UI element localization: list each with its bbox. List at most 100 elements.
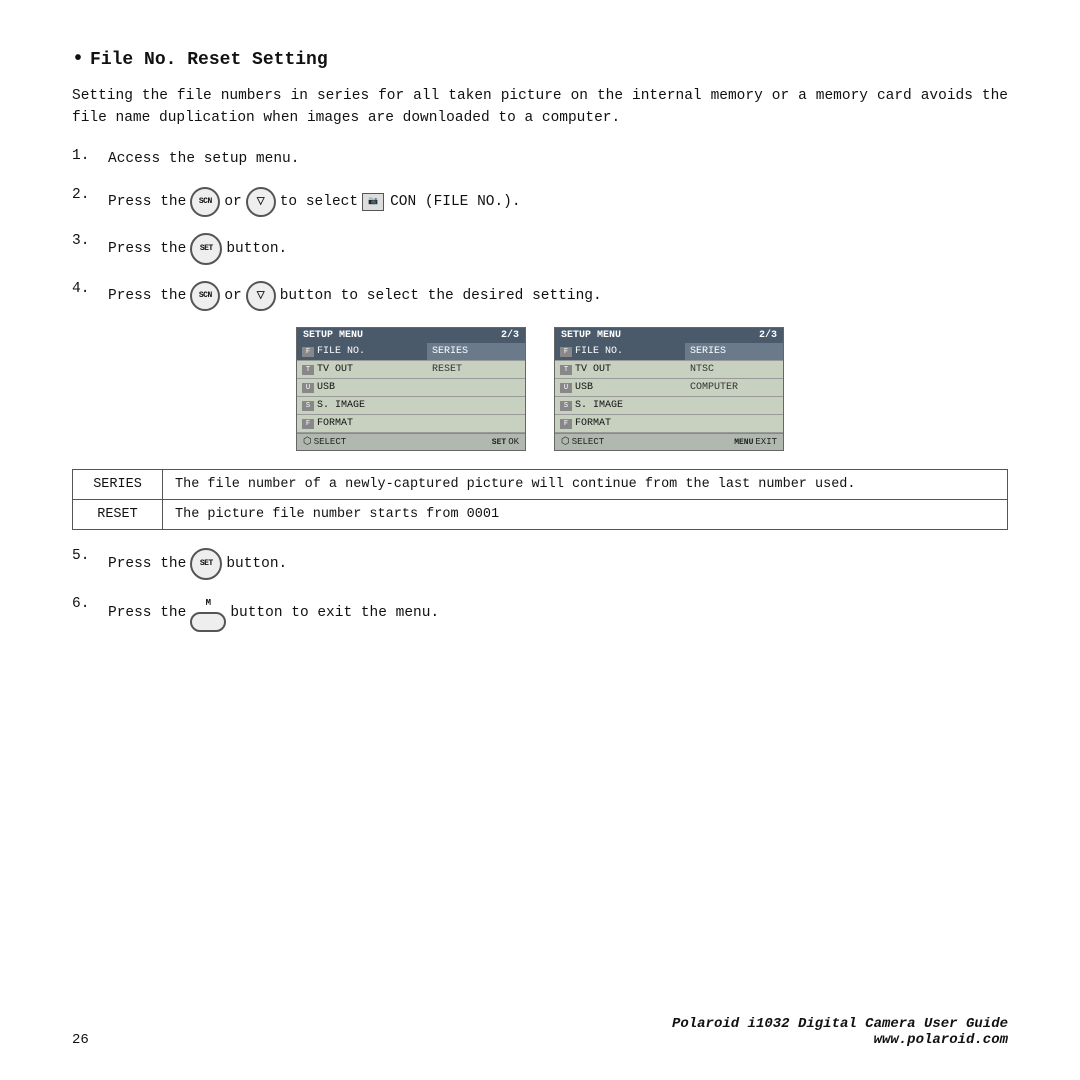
screen-left-footer-ok: SETOK	[492, 436, 519, 448]
usb-row-icon-r: U	[560, 383, 572, 393]
screen-right-value-3	[685, 397, 783, 414]
step-1-num: 1.	[72, 148, 108, 164]
file-no-icon: 📷	[362, 193, 384, 211]
screen-right-footer-select: ⬡ SELECT	[561, 436, 604, 448]
footer-url: www.polaroid.com	[672, 1032, 1008, 1048]
screen-right-value-1: NTSC	[685, 361, 783, 378]
step-6-text-before: Press the	[108, 602, 186, 625]
screen-left-row-4: F FORMAT	[297, 415, 525, 433]
step-2-num: 2.	[72, 187, 108, 203]
footer-brand: Polaroid i1032 Digital Camera User Guide…	[672, 1016, 1008, 1048]
screen-left-value-2	[427, 379, 525, 396]
table-row-reset: RESET The picture file number starts fro…	[73, 500, 1008, 530]
step-3-content: Press the SET button.	[108, 233, 287, 265]
page: • File No. Reset Setting Setting the fil…	[0, 0, 1080, 1080]
step-6-text-after: button to exit the menu.	[230, 602, 439, 625]
table-label-reset: RESET	[73, 500, 163, 530]
select-arrow-icon-left: ⬡	[303, 436, 312, 448]
step-4-num: 4.	[72, 281, 108, 297]
info-table: SERIES The file number of a newly-captur…	[72, 469, 1008, 530]
menu-label-right: MENU	[734, 438, 753, 447]
screen-left-row-0: F FILE NO. SERIES	[297, 343, 525, 361]
title-text: File No. Reset Setting	[90, 50, 328, 70]
step-4-content: Press the SCN or ▽ button to select the …	[108, 281, 602, 311]
screen-right-row-2: U USB COMPUTER	[555, 379, 783, 397]
set-button-icon-1: SET	[190, 233, 222, 265]
step-4-text-after: button to select the desired setting.	[280, 285, 602, 308]
screen-right-row-0: F FILE NO. SERIES	[555, 343, 783, 361]
tv-row-text-r: TV OUT	[575, 364, 611, 375]
format-row-icon-r: F	[560, 419, 572, 429]
scn-button-icon-2: SCN	[190, 281, 220, 311]
screen-left-rows: F FILE NO. SERIES T TV OUT RESET U USB	[297, 343, 525, 433]
menu-button-icon	[190, 612, 226, 632]
menu-button-m-label: M	[206, 596, 211, 610]
screen-right-header-page: 2/3	[759, 330, 777, 341]
select-arrow-icon-right: ⬡	[561, 436, 570, 448]
screen-right-value-4	[685, 415, 783, 432]
step-4-or: or	[224, 285, 241, 308]
usb-row-icon: U	[302, 383, 314, 393]
screen-right-label-0: F FILE NO.	[555, 343, 685, 360]
menu-button-wrapper: M	[190, 596, 226, 631]
step-1: 1. Access the setup menu.	[72, 148, 1008, 171]
step-5-num: 5.	[72, 548, 108, 564]
simage-row-text-r: S. IMAGE	[575, 400, 623, 411]
tv-row-text: TV OUT	[317, 364, 353, 375]
table-desc-reset: The picture file number starts from 0001	[163, 500, 1008, 530]
screen-right-footer: ⬡ SELECT MENUEXIT	[555, 433, 783, 450]
step-4: 4. Press the SCN or ▽ button to select t…	[72, 281, 1008, 311]
section-title: • File No. Reset Setting	[72, 48, 1008, 71]
screen-right-label-1: T TV OUT	[555, 361, 685, 378]
tv-row-icon: T	[302, 365, 314, 375]
format-row-text: FORMAT	[317, 418, 353, 429]
step-2-text-middle: to select	[280, 191, 358, 214]
format-row-text-r: FORMAT	[575, 418, 611, 429]
footer-brand-name: Polaroid i1032 Digital Camera User Guide	[672, 1016, 1008, 1032]
step-2: 2. Press the SCN or ▽ to select 📷 CON (F…	[72, 187, 1008, 217]
screen-left-header-title: SETUP MENU	[303, 330, 363, 341]
file-row-icon-r: F	[560, 347, 572, 357]
usb-row-text: USB	[317, 382, 335, 393]
tv-row-icon-r: T	[560, 365, 572, 375]
usb-row-text-r: USB	[575, 382, 593, 393]
step-5: 5. Press the SET button.	[72, 548, 1008, 580]
simage-row-icon-r: S	[560, 401, 572, 411]
down-button-icon-2: ▽	[246, 281, 276, 311]
screen-right-rows: F FILE NO. SERIES T TV OUT NTSC U USB	[555, 343, 783, 433]
screen-right-header: SETUP MENU 2/3	[555, 328, 783, 343]
screen-left-value-4	[427, 415, 525, 432]
screen-right-row-4: F FORMAT	[555, 415, 783, 433]
file-row-text-r: FILE NO.	[575, 346, 623, 357]
screen-left-label-4: F FORMAT	[297, 415, 427, 432]
bullet-point: •	[72, 48, 84, 71]
set-button-icon-2: SET	[190, 548, 222, 580]
screen-left-row-2: U USB	[297, 379, 525, 397]
screen-right-label-3: S S. IMAGE	[555, 397, 685, 414]
step-1-content: Access the setup menu.	[108, 148, 299, 171]
screen-left-label-2: U USB	[297, 379, 427, 396]
step-3-text-before: Press the	[108, 238, 186, 261]
file-row-text: FILE NO.	[317, 346, 365, 357]
screen-right-row-3: S S. IMAGE	[555, 397, 783, 415]
screen-left-header-page: 2/3	[501, 330, 519, 341]
screenshots-container: SETUP MENU 2/3 F FILE NO. SERIES T TV OU…	[72, 327, 1008, 451]
step-2-or: or	[224, 191, 241, 214]
screen-right: SETUP MENU 2/3 F FILE NO. SERIES T TV OU…	[554, 327, 784, 451]
step-6: 6. Press the M button to exit the menu.	[72, 596, 1008, 631]
screen-right-footer-exit: MENUEXIT	[734, 436, 777, 448]
screen-left-label-0: F FILE NO.	[297, 343, 427, 360]
format-row-icon: F	[302, 419, 314, 429]
step-5-text-after: button.	[226, 553, 287, 576]
screen-right-value-0: SERIES	[685, 343, 783, 360]
screen-right-label-2: U USB	[555, 379, 685, 396]
screen-left: SETUP MENU 2/3 F FILE NO. SERIES T TV OU…	[296, 327, 526, 451]
screen-left-row-1: T TV OUT RESET	[297, 361, 525, 379]
step-2-text-before: Press the	[108, 191, 186, 214]
intro-text: Setting the file numbers in series for a…	[72, 85, 1008, 130]
step-2-content: Press the SCN or ▽ to select 📷 CON (FILE…	[108, 187, 521, 217]
simage-row-icon: S	[302, 401, 314, 411]
down-button-icon-1: ▽	[246, 187, 276, 217]
screen-left-header: SETUP MENU 2/3	[297, 328, 525, 343]
table-label-series: SERIES	[73, 470, 163, 500]
